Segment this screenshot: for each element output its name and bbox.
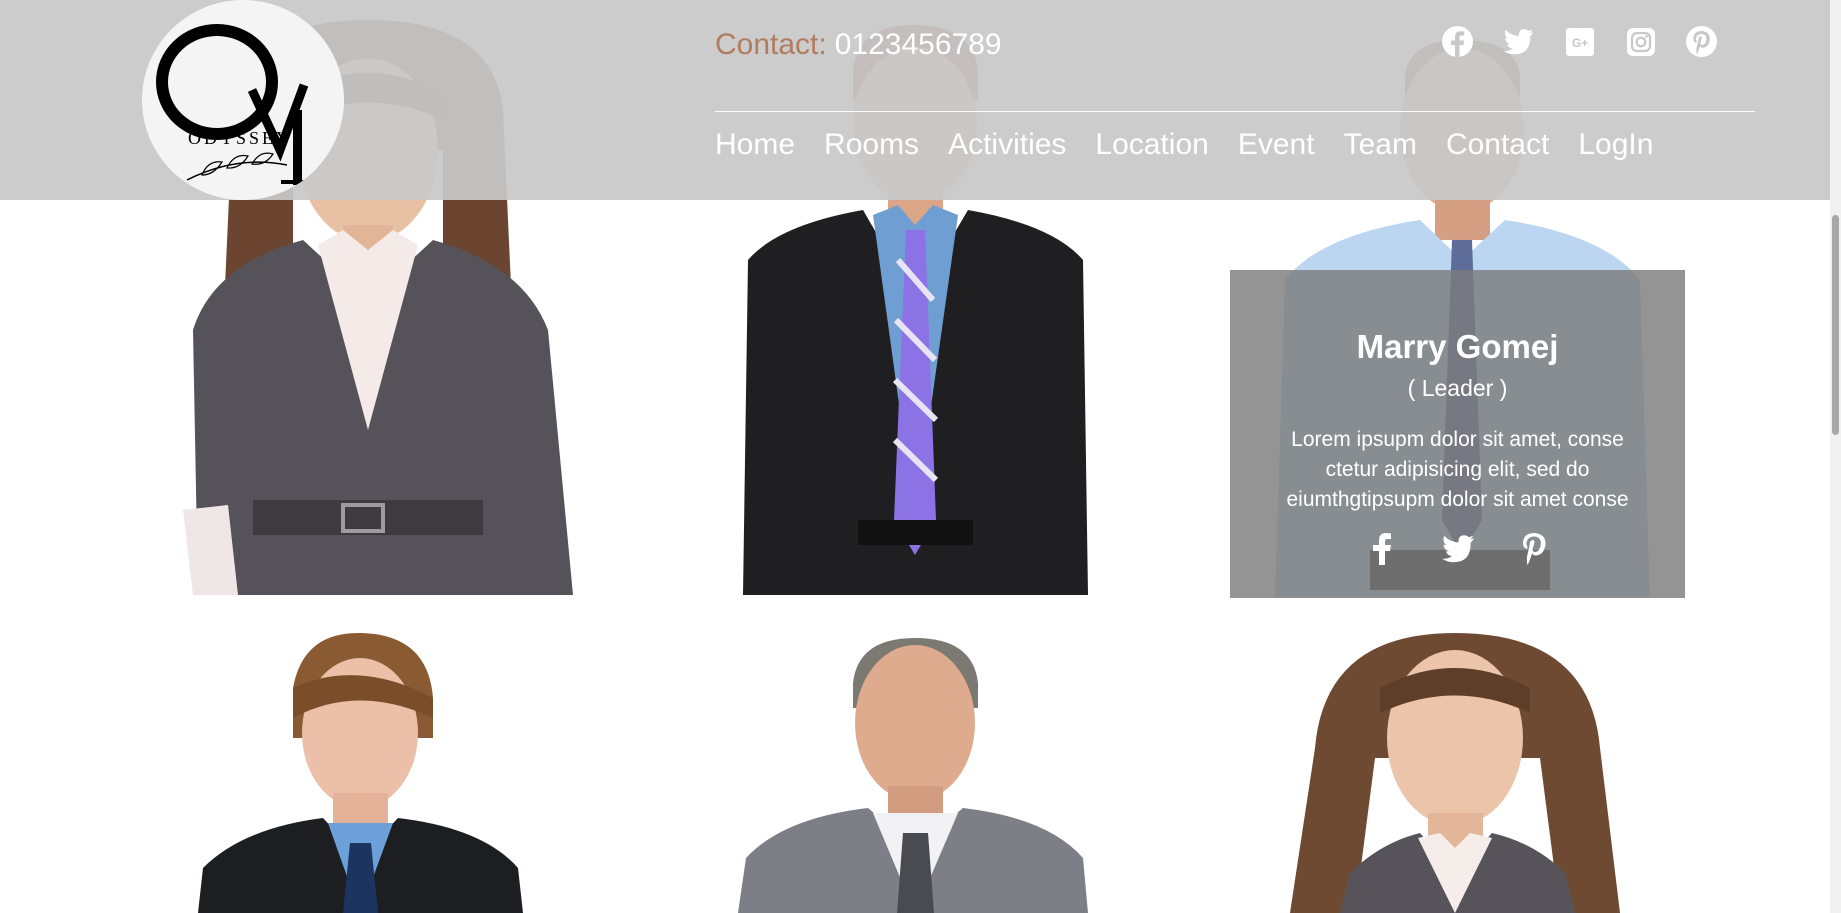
nav-item-event[interactable]: Event: [1238, 128, 1315, 162]
facebook-icon[interactable]: [1365, 532, 1399, 566]
site-header: ODYSSEY Contact: 0123456789 G+ Home Rooms…: [0, 0, 1830, 200]
twitter-icon[interactable]: [1441, 532, 1475, 566]
contact-phone[interactable]: 0123456789: [835, 28, 1002, 61]
nav-item-rooms[interactable]: Rooms: [824, 128, 919, 162]
pinterest-icon[interactable]: [1517, 532, 1551, 566]
odyssey-logo[interactable]: ODYSSEY: [142, 0, 344, 200]
scrollbar-thumb[interactable]: [1832, 215, 1839, 435]
nav-item-activities[interactable]: Activities: [948, 128, 1066, 162]
team-member-card[interactable]: [143, 628, 598, 913]
svg-text:G+: G+: [1571, 36, 1587, 50]
instagram-icon[interactable]: [1625, 26, 1656, 57]
team-member-card[interactable]: [1230, 628, 1685, 913]
team-member-card[interactable]: [688, 628, 1143, 913]
pinterest-icon[interactable]: [1686, 26, 1717, 57]
nav-item-login[interactable]: LogIn: [1578, 128, 1653, 162]
header-social-links: G+: [1442, 26, 1717, 57]
team-member-hover-card: Marry Gomej ( Leader ) Lorem ipsupm dolo…: [1230, 270, 1685, 598]
member-role: ( Leader ): [1407, 375, 1508, 401]
member-photo: [198, 633, 523, 913]
twitter-icon[interactable]: [1503, 26, 1534, 57]
member-name: Marry Gomej: [1356, 328, 1559, 365]
member-social-links: [1230, 532, 1685, 566]
member-photo: [738, 638, 1088, 913]
nav-item-team[interactable]: Team: [1344, 128, 1417, 162]
header-divider: [715, 111, 1755, 112]
member-bio: Lorem ipsupm dolor sit amet, conse ctetu…: [1286, 428, 1629, 511]
svg-text:ODYSSEY: ODYSSEY: [188, 128, 292, 148]
facebook-icon[interactable]: [1442, 26, 1473, 57]
contact-label: Contact:: [715, 28, 827, 61]
header-contact: Contact: 0123456789: [715, 28, 1002, 62]
nav-item-location[interactable]: Location: [1095, 128, 1208, 162]
nav-item-contact[interactable]: Contact: [1446, 128, 1549, 162]
main-nav: Home Rooms Activities Location Event Tea…: [715, 128, 1653, 162]
google-plus-icon[interactable]: G+: [1564, 26, 1595, 57]
page-scrollbar[interactable]: [1830, 0, 1841, 913]
nav-item-home[interactable]: Home: [715, 128, 795, 162]
member-photo: [1290, 633, 1620, 913]
